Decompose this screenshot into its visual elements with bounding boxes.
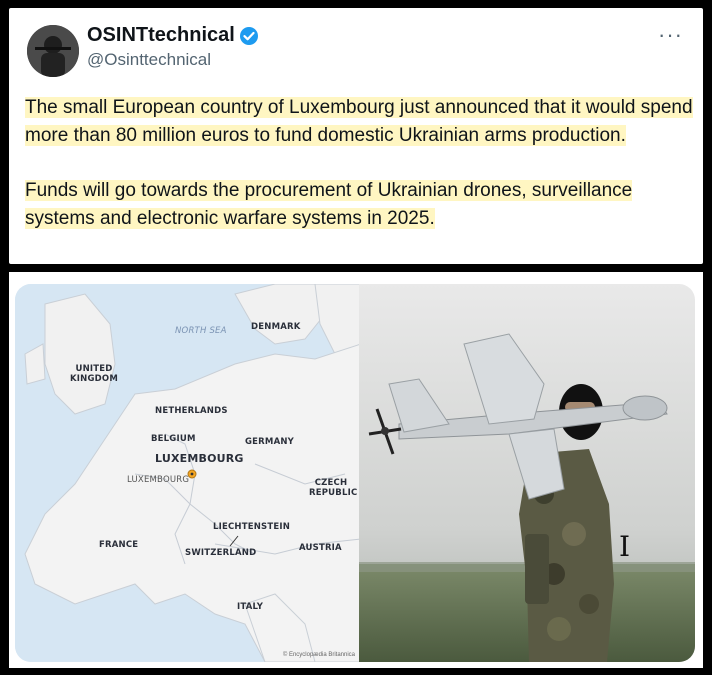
map-image[interactable]: NORTH SEA DENMARK UNITED KINGDOM NETHERL… (15, 284, 361, 662)
avatar[interactable] (27, 25, 79, 77)
map-label-liechtenstein: LIECHTENSTEIN (213, 522, 291, 532)
map-label-netherlands: NETHERLANDS (155, 406, 228, 416)
map-label-switzerland: SWITZERLAND (185, 548, 257, 558)
verified-badge-icon (239, 26, 259, 46)
map-label-germany: GERMANY (245, 437, 295, 447)
tweet-text: The small European country of Luxembourg… (25, 94, 695, 232)
tweet-card: OSINTtechnical @Osinttechnical ··· The s… (9, 8, 703, 264)
map-label-italy: ITALY (237, 602, 264, 612)
handle[interactable]: @Osinttechnical (87, 50, 211, 70)
map-label-czech-republic: CZECH REPUBLIC (309, 478, 358, 498)
drone-photo[interactable] (359, 284, 695, 662)
display-name-text: OSINTtechnical (87, 24, 235, 46)
map-label-luxembourg-country: LUXEMBOURG (155, 452, 244, 465)
tweet-paragraph-2: Funds will go towards the procurement of… (25, 180, 633, 229)
display-name[interactable]: OSINTtechnical (87, 24, 259, 47)
map-label-belgium: BELGIUM (151, 434, 196, 444)
tweet-paragraph-1: The small European country of Luxembourg… (25, 97, 693, 146)
media-container: NORTH SEA DENMARK UNITED KINGDOM NETHERL… (9, 272, 703, 668)
map-label-luxembourg-city: LUXEMBOURG (127, 475, 190, 485)
map-credit: © Encyclopædia Britannica (282, 652, 355, 658)
more-options-icon[interactable]: ··· (658, 22, 683, 48)
map-label-denmark: DENMARK (251, 322, 301, 332)
text-cursor-icon: I (619, 530, 631, 563)
map-label-united-kingdom: UNITED KINGDOM (70, 364, 118, 384)
map-label-austria: AUSTRIA (299, 543, 342, 553)
map-label-france: FRANCE (99, 540, 139, 550)
map-label-north-sea: NORTH SEA (175, 326, 227, 336)
